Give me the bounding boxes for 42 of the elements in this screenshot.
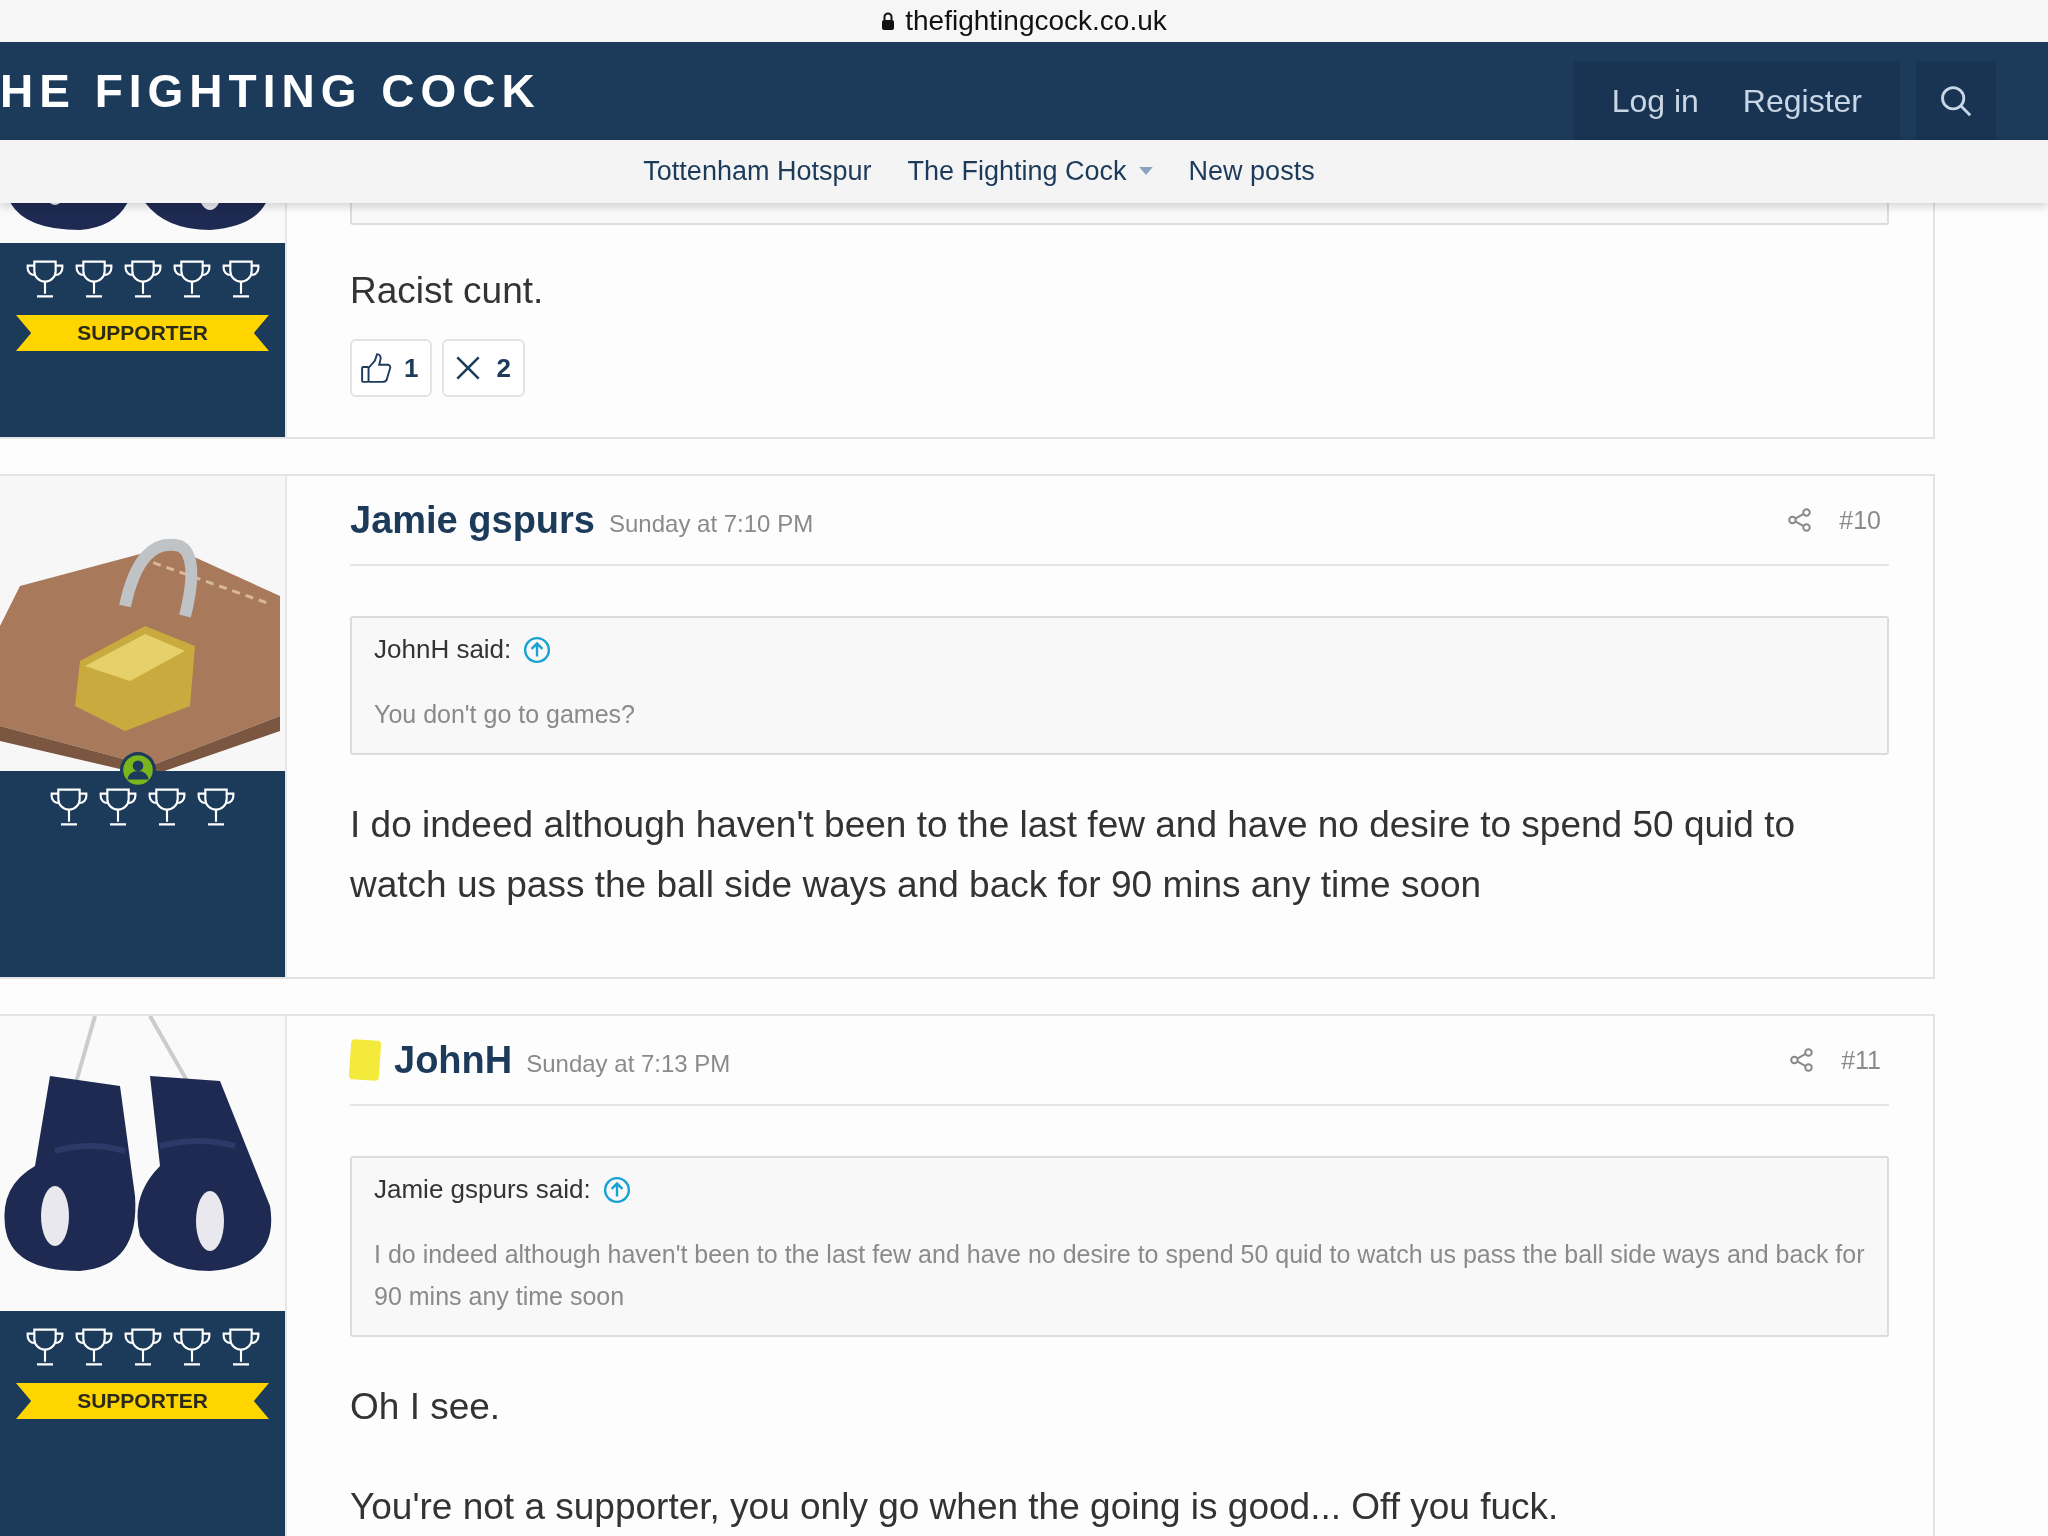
trophy-icon <box>171 259 212 299</box>
trophy-icon <box>196 787 236 827</box>
trophy-icon <box>73 259 114 299</box>
login-link[interactable]: Log in <box>1589 82 1721 120</box>
username-link[interactable]: JohnH <box>394 1038 513 1082</box>
post-text: You're not a supporter, you only go when the going is good... Off you fuck. <box>350 1485 1560 1529</box>
share-icon[interactable] <box>1789 1047 1816 1073</box>
trophy-icon <box>49 787 89 827</box>
reaction-button[interactable]: 2 <box>442 339 525 397</box>
share-icon[interactable] <box>1787 507 1814 533</box>
search-icon <box>1939 84 1973 118</box>
thumbs-up-icon <box>360 352 392 384</box>
site-title[interactable]: HE FIGHTING COCK <box>0 64 1574 118</box>
post-text: Racist cunt. <box>350 269 545 313</box>
trophy-icon <box>24 259 65 299</box>
register-link[interactable]: Register <box>1720 82 1884 120</box>
trophy-icon <box>24 1327 65 1367</box>
supporter-ribbon: SUPPORTER <box>16 1383 269 1419</box>
trophy-icon <box>147 787 187 827</box>
trophy-icon <box>98 787 138 827</box>
trophy-icon <box>73 1327 114 1367</box>
quote-author: Jamie gspurs said: <box>374 1174 591 1205</box>
lock-icon <box>881 12 896 30</box>
trophy-icon <box>220 1327 261 1367</box>
trophy-icon <box>122 1327 163 1367</box>
trophy-icon <box>220 259 261 299</box>
username-link[interactable]: Jamie gspurs <box>350 498 595 542</box>
supporter-ribbon: SUPPORTER <box>16 315 269 351</box>
post-text: Oh I see. <box>350 1385 502 1429</box>
caret-icon <box>1138 167 1153 176</box>
quote-text: I do indeed although haven't been to the last few and have no desire to spend 50 quid to watch us pass the ball side ways and back for 90 mins any time soon <box>374 1239 1865 1312</box>
trophy-icon <box>171 1327 212 1367</box>
search-button[interactable] <box>1916 61 1996 141</box>
nav-link[interactable]: The Fighting Cock <box>907 156 1153 187</box>
reaction-button[interactable]: 1 <box>350 339 433 397</box>
post-text: I do indeed although haven't been to the last few and have no desire to spend 50 quid to watch us pass the ball side ways and back for 90 mins any time soon <box>350 803 1796 907</box>
quote-text: You don't go to games? <box>374 699 636 730</box>
address-text[interactable]: thefightingcock.co.uk <box>905 5 1167 37</box>
trophy-icon <box>122 259 163 299</box>
nav-link[interactable]: Tottenham Hotspur <box>643 156 872 187</box>
quote-author: JohnH said: <box>374 634 512 665</box>
nav-link[interactable]: New posts <box>1188 156 1315 187</box>
